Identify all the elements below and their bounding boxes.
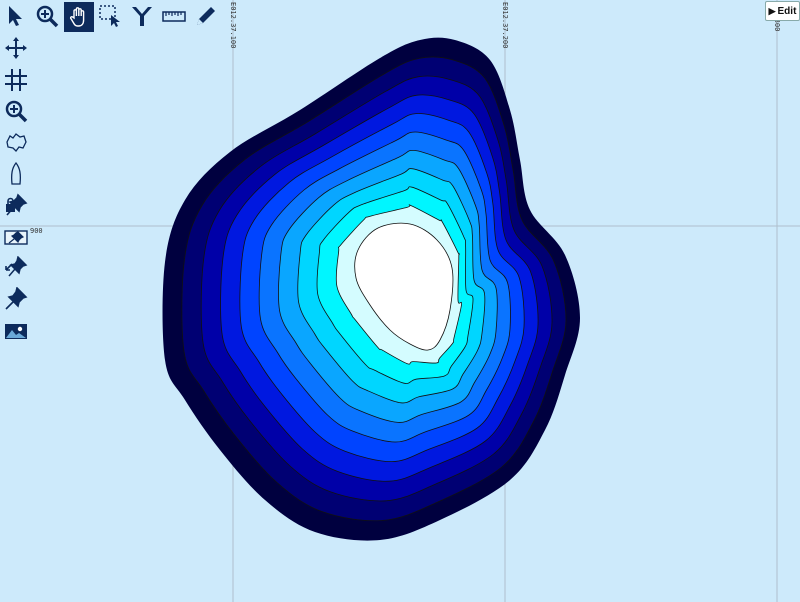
select-arrow-icon[interactable] — [2, 2, 30, 30]
pin-box-icon[interactable] — [2, 223, 30, 251]
grid-label-v2: E012.37.200 — [501, 2, 509, 49]
map-viewer: E012.37.100 E012.37.200 37.300 900 — [0, 0, 800, 602]
pin-arrows-icon[interactable] — [2, 254, 30, 282]
grid-label-v1: E012.37.100 — [229, 2, 237, 49]
lock-pin-icon[interactable] — [2, 191, 30, 219]
box-select-icon[interactable] — [96, 2, 124, 30]
ruler-icon[interactable] — [160, 2, 188, 30]
filter-funnel-icon[interactable] — [128, 2, 156, 30]
grid-icon[interactable] — [2, 66, 30, 94]
zoom-in-icon[interactable] — [33, 2, 61, 30]
grid-label-h1: 900 — [30, 227, 43, 235]
pencil-icon[interactable] — [192, 2, 220, 30]
edit-button[interactable]: ▶ Edit — [765, 1, 800, 21]
pan-hand-icon[interactable] — [64, 2, 94, 32]
edit-label: Edit — [777, 5, 797, 17]
boat-outline-icon[interactable] — [2, 160, 30, 188]
depth-map[interactable] — [0, 0, 800, 602]
move-arrows-icon[interactable] — [2, 34, 30, 62]
play-arrow-icon: ▶ — [768, 5, 776, 16]
pin-icon[interactable] — [2, 285, 30, 313]
coastline-outline-icon[interactable] — [2, 129, 30, 157]
depth-contours — [162, 37, 580, 541]
scene-image-icon[interactable] — [2, 317, 30, 345]
zoom-plus-icon[interactable] — [2, 97, 30, 125]
